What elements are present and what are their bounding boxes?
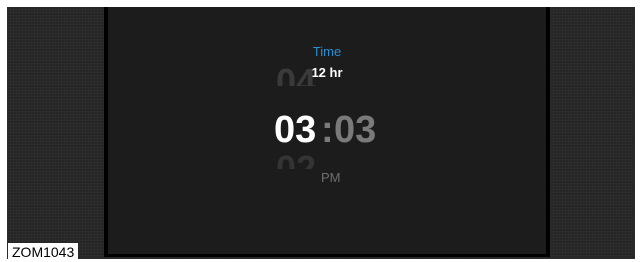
time-separator: : <box>321 109 334 151</box>
hour-value[interactable]: 03 <box>274 108 316 152</box>
figure-code-label: ZOM1043 <box>8 243 79 262</box>
time-format-label[interactable]: 12 hr <box>108 65 546 80</box>
hour-next-value[interactable]: 02 <box>276 151 316 169</box>
screen-title: Time <box>312 44 342 59</box>
time-picker[interactable]: 04 03 : 03 02 PM <box>270 64 430 190</box>
display-screen: Time 12 hr 04 03 : 03 02 PM <box>7 7 635 259</box>
minute-value[interactable]: 03 <box>334 108 376 152</box>
am-pm-value[interactable]: PM <box>321 170 341 185</box>
hour-prev-value[interactable]: 04 <box>276 64 316 86</box>
time-settings-panel: Time 12 hr 04 03 : 03 02 PM <box>104 7 550 257</box>
